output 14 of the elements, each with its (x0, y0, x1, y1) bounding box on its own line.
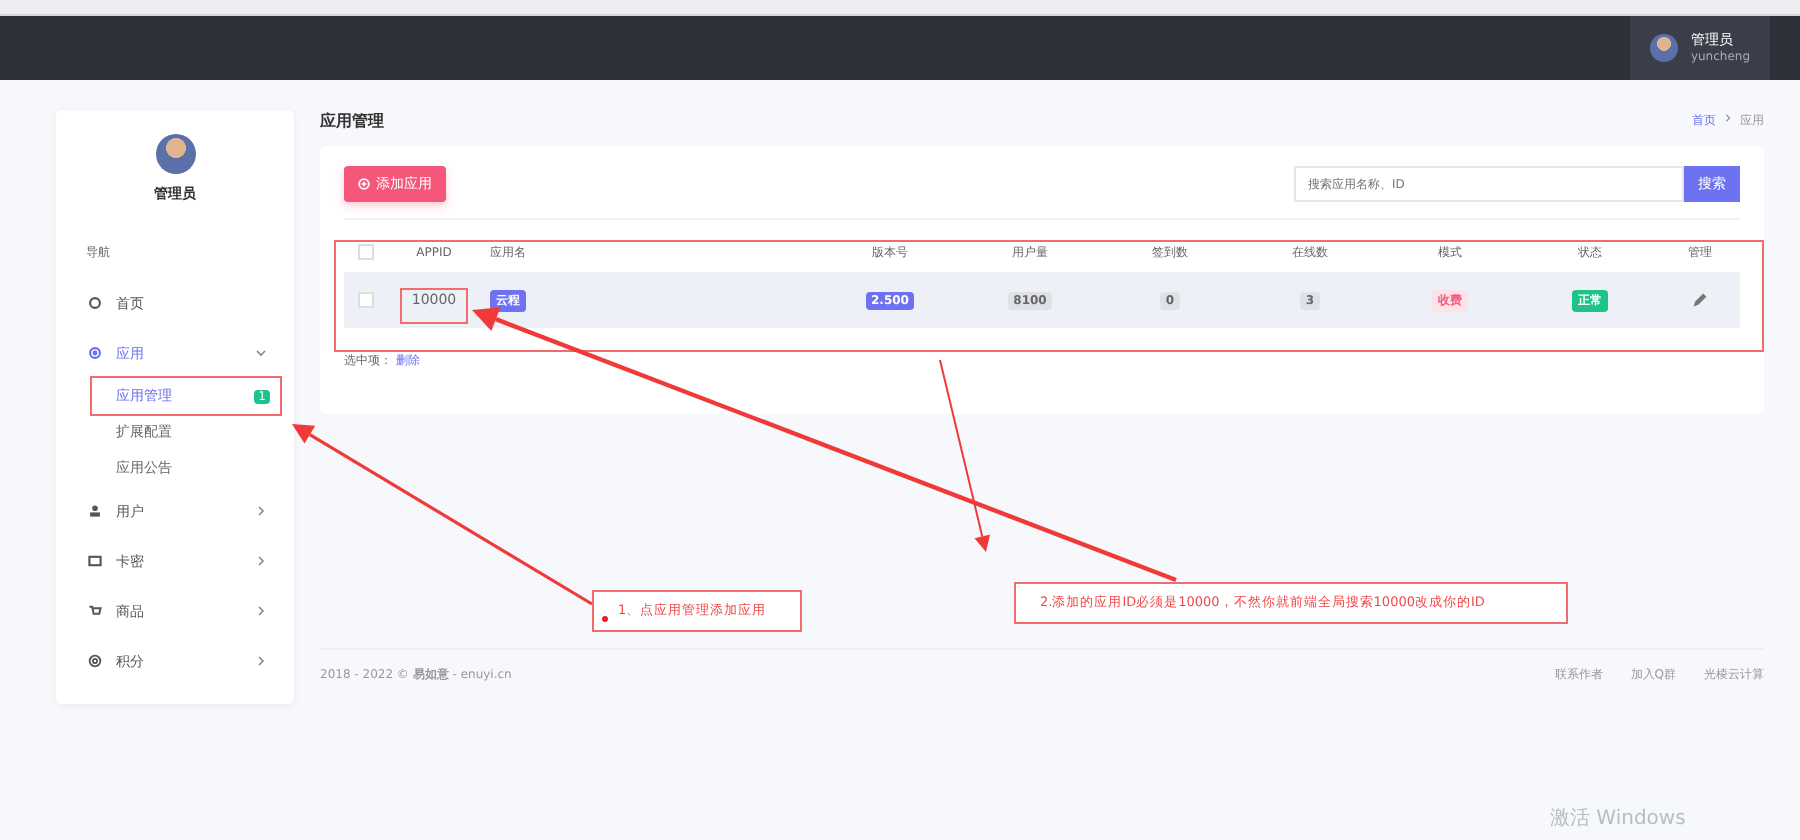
avatar (1650, 34, 1679, 62)
page-title: 应用管理 (320, 109, 384, 131)
coin-icon (88, 654, 102, 668)
chevron-icon (1724, 111, 1732, 123)
edit-icon[interactable] (1692, 292, 1708, 308)
avatar (155, 134, 195, 174)
checkbox[interactable] (358, 244, 374, 260)
home-icon (88, 296, 102, 310)
cart-icon (88, 604, 102, 618)
card-icon (88, 554, 102, 568)
user-icon (88, 504, 102, 518)
add-icon (358, 178, 370, 190)
activation-notice: 激活 Windows (1550, 806, 1686, 832)
checkbox[interactable] (358, 292, 374, 308)
